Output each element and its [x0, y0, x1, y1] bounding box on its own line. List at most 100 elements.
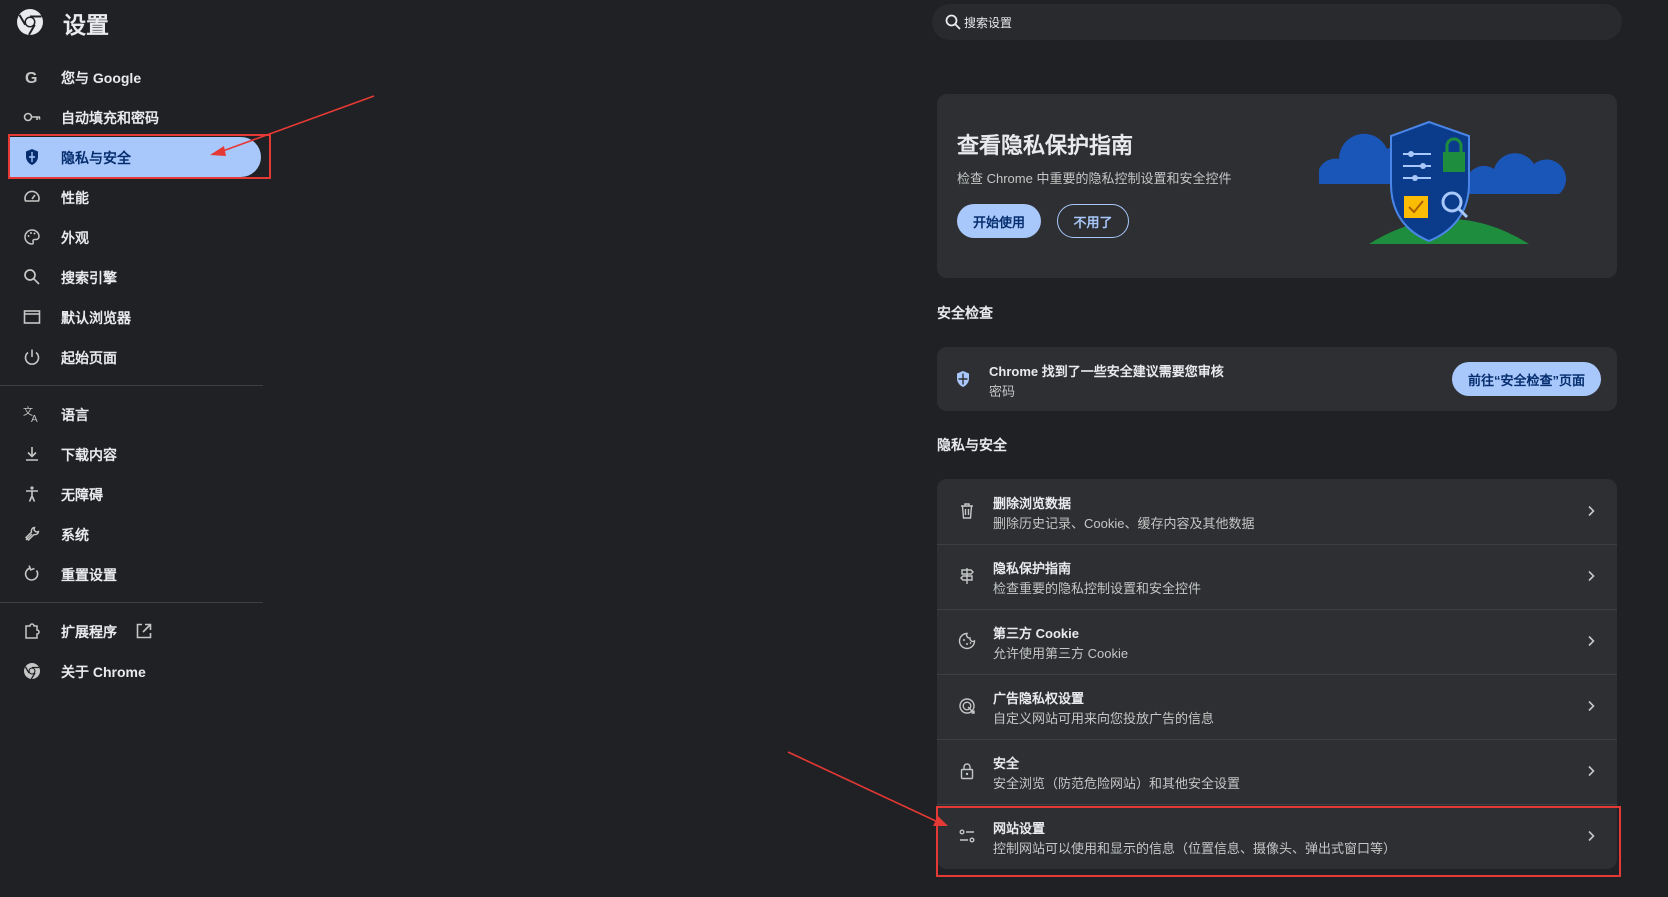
list-item-clear-browsing-data[interactable]: 删除浏览数据 删除历史记录、Cookie、缓存内容及其他数据 — [937, 479, 1617, 544]
sidebar-item-default-browser[interactable]: 默认浏览器 — [8, 297, 261, 337]
chevron-right-icon — [1588, 570, 1595, 582]
sidebar-item-label: 无障碍 — [61, 487, 103, 503]
sidebar-item-label: 起始页面 — [61, 350, 117, 366]
lock-icon — [960, 763, 974, 780]
sidebar-item-label: 语言 — [61, 407, 89, 423]
row-subtitle: 允许使用第三方 Cookie — [993, 646, 1129, 661]
row-divider — [937, 739, 1617, 740]
privacy-settings-list: 删除浏览数据 删除历史记录、Cookie、缓存内容及其他数据 隐私保护指南 检查… — [937, 479, 1617, 869]
annotation-arrow-line — [787, 751, 939, 823]
sidebar-item-label: 重置设置 — [61, 567, 117, 583]
sidebar-item-downloads[interactable]: 下载内容 — [8, 434, 261, 474]
translate-icon: 文A — [23, 405, 38, 424]
reset-icon — [24, 565, 39, 581]
row-divider — [937, 804, 1617, 805]
sidebar-item-on-startup[interactable]: 起始页面 — [8, 337, 261, 377]
row-subtitle: 自定义网站可用来向您投放广告的信息 — [993, 711, 1215, 726]
sidebar-item-languages[interactable]: 文A 语言 — [8, 394, 261, 434]
search-icon — [24, 269, 40, 285]
search-icon — [945, 14, 961, 30]
row-title: 删除浏览数据 — [993, 496, 1072, 511]
row-divider — [937, 674, 1617, 675]
power-icon — [24, 349, 40, 365]
sidebar-item-label: 默认浏览器 — [61, 310, 131, 326]
sidebar-item-label: 系统 — [61, 527, 89, 543]
key-icon — [23, 112, 41, 122]
safety-check-heading: 安全检查 — [937, 305, 993, 321]
chrome-logo-icon — [17, 9, 43, 36]
list-item-privacy-guide[interactable]: 隐私保护指南 检查重要的隐私控制设置和安全控件 — [937, 544, 1617, 609]
site-settings-icon — [959, 829, 975, 843]
list-item-third-party-cookies[interactable]: 第三方 Cookie 允许使用第三方 Cookie — [937, 609, 1617, 674]
sidebar-item-label: 扩展程序 — [61, 624, 117, 640]
page-title: 设置 — [63, 12, 109, 38]
chevron-right-icon — [1588, 765, 1595, 777]
dismiss-promo-button[interactable]: 不用了 — [1057, 204, 1129, 238]
row-subtitle: 检查重要的隐私控制设置和安全控件 — [993, 581, 1202, 596]
signpost-icon — [960, 568, 974, 584]
sidebar-item-privacy-security[interactable]: 隐私与安全 — [8, 137, 261, 177]
google-icon: G — [25, 70, 37, 87]
puzzle-icon — [25, 623, 40, 639]
sidebar-item-label: 自动填充和密码 — [61, 110, 159, 126]
safety-check-card: Chrome 找到了一些安全建议需要您审核 密码 前往“安全检查”页面 — [937, 347, 1617, 411]
row-title: 安全 — [993, 756, 1020, 771]
cookie-icon — [958, 632, 976, 650]
list-item-ad-privacy[interactable]: 广告隐私权设置 自定义网站可用来向您投放广告的信息 — [937, 674, 1617, 739]
palette-icon — [24, 229, 40, 245]
trash-icon — [961, 503, 973, 519]
list-item-site-settings[interactable]: 网站设置 控制网站可以使用和显示的信息（位置信息、摄像头、弹出式窗口等） — [937, 804, 1617, 869]
browser-window-icon — [23, 310, 41, 324]
row-title: 第三方 Cookie — [993, 626, 1079, 641]
sidebar-item-search-engine[interactable]: 搜索引擎 — [8, 257, 261, 297]
sidebar-item-appearance[interactable]: 外观 — [8, 217, 261, 257]
chevron-right-icon — [1588, 700, 1595, 712]
sidebar-item-reset[interactable]: 重置设置 — [8, 554, 261, 594]
external-link-icon[interactable] — [135, 622, 153, 640]
search-bar[interactable] — [932, 4, 1622, 42]
wrench-icon — [25, 526, 40, 541]
sidebar-item-label: 您与 Google — [61, 70, 142, 86]
sidebar-divider — [0, 602, 263, 603]
safety-check-title: Chrome 找到了一些安全建议需要您审核 — [989, 364, 1224, 379]
sidebar-item-label: 外观 — [61, 230, 89, 246]
privacy-guide-illustration — [1319, 120, 1567, 244]
svg-text:A: A — [31, 414, 38, 424]
sidebar-item-label: 关于 Chrome — [61, 664, 146, 680]
sidebar-item-label: 搜索引擎 — [61, 270, 117, 286]
ad-privacy-icon — [959, 698, 975, 714]
row-title: 广告隐私权设置 — [993, 691, 1085, 706]
search-input[interactable] — [962, 4, 1606, 42]
privacy-guide-promo-card: 查看隐私保护指南 检查 Chrome 中重要的隐私控制设置和安全控件 开始使用 … — [937, 94, 1617, 278]
sidebar-divider — [0, 385, 263, 386]
chrome-icon — [24, 663, 40, 680]
row-subtitle: 控制网站可以使用和显示的信息（位置信息、摄像头、弹出式窗口等） — [993, 841, 1397, 856]
chevron-right-icon — [1588, 635, 1595, 647]
shield-icon — [957, 371, 969, 387]
sidebar-item-about-chrome[interactable]: 关于 Chrome — [8, 651, 261, 691]
row-subtitle: 删除历史记录、Cookie、缓存内容及其他数据 — [993, 516, 1255, 531]
row-subtitle: 安全浏览（防范危险网站）和其他安全设置 — [993, 776, 1241, 791]
sidebar-item-performance[interactable]: 性能 — [8, 177, 261, 217]
row-title: 网站设置 — [993, 821, 1046, 836]
row-title: 隐私保护指南 — [993, 561, 1072, 576]
sidebar-item-label: 性能 — [61, 190, 89, 206]
speedometer-icon — [24, 190, 40, 202]
promo-description: 检查 Chrome 中重要的隐私控制设置和安全控件 — [957, 171, 1232, 186]
sidebar-item-label: 下载内容 — [61, 447, 117, 463]
shield-icon — [26, 149, 38, 165]
privacy-security-heading: 隐私与安全 — [937, 437, 1007, 453]
download-icon — [26, 447, 38, 461]
row-divider — [937, 544, 1617, 545]
go-to-safety-check-button[interactable]: 前往“安全检查”页面 — [1452, 362, 1601, 396]
list-item-security[interactable]: 安全 安全浏览（防范危险网站）和其他安全设置 — [937, 739, 1617, 804]
sidebar-item-autofill[interactable]: 自动填充和密码 — [8, 97, 261, 137]
svg-text:G: G — [25, 70, 37, 87]
sidebar-item-system[interactable]: 系统 — [8, 514, 261, 554]
chevron-right-icon — [1588, 505, 1595, 517]
sidebar-item-accessibility[interactable]: 无障碍 — [8, 474, 261, 514]
start-privacy-guide-button[interactable]: 开始使用 — [957, 204, 1041, 238]
chevron-right-icon — [1588, 830, 1595, 842]
sidebar-item-you-and-google[interactable]: G 您与 Google — [8, 57, 261, 97]
safety-check-subtitle: 密码 — [989, 384, 1016, 399]
